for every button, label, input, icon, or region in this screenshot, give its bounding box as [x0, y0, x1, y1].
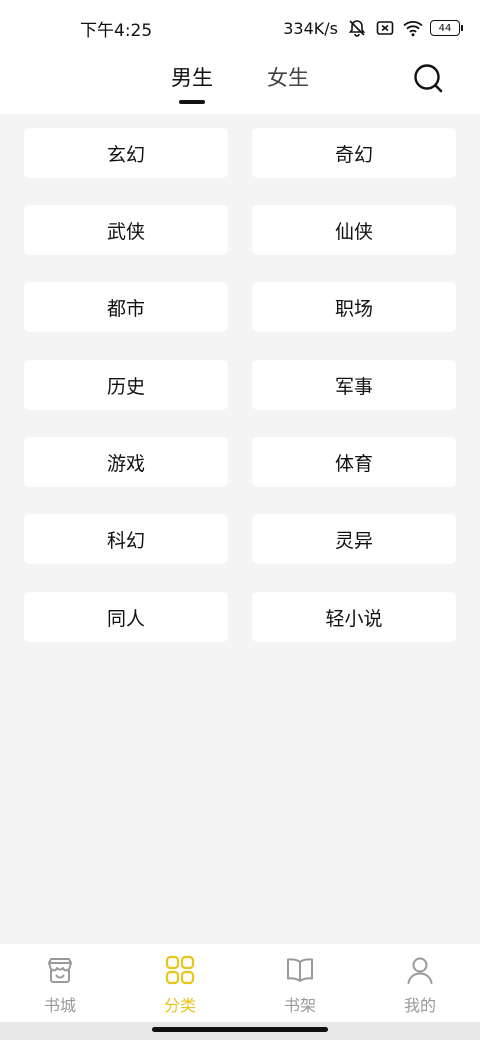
category-item[interactable]: 军事 — [252, 360, 456, 410]
status-bar: 下午4:25 334K/s 44 — [0, 0, 480, 56]
nav-mine[interactable]: 我的 — [360, 944, 480, 1022]
category-item[interactable]: 同人 — [24, 592, 228, 642]
category-item[interactable]: 仙侠 — [252, 205, 456, 255]
bell-muted-icon — [346, 17, 368, 39]
nav-label: 书架 — [283, 996, 316, 1015]
wifi-icon — [402, 17, 424, 39]
category-item[interactable]: 体育 — [252, 437, 456, 487]
network-speed: 334K/s — [283, 18, 338, 38]
tab-female[interactable]: 女生 — [267, 62, 309, 92]
nav-label: 我的 — [403, 996, 436, 1015]
top-area: 下午4:25 334K/s 44 男生 女生 — [0, 0, 480, 114]
status-time: 下午4:25 — [80, 21, 153, 41]
tab-active-indicator — [179, 100, 205, 104]
nav-bookstore[interactable]: 书城 — [0, 944, 120, 1022]
category-item[interactable]: 轻小说 — [252, 592, 456, 642]
bottom-nav: 书城 分类 书架 我的 — [0, 944, 480, 1022]
nav-label: 书城 — [43, 996, 76, 1015]
store-icon — [44, 954, 76, 986]
category-item[interactable]: 玄幻 — [24, 128, 228, 178]
grid-icon — [164, 954, 196, 986]
nav-bookshelf[interactable]: 书架 — [240, 944, 360, 1022]
nav-category[interactable]: 分类 — [120, 944, 240, 1022]
category-item[interactable]: 奇幻 — [252, 128, 456, 178]
category-item[interactable]: 武侠 — [24, 205, 228, 255]
tab-male[interactable]: 男生 — [171, 62, 213, 92]
user-icon — [404, 954, 436, 986]
category-item[interactable]: 科幻 — [24, 514, 228, 564]
search-icon[interactable] — [412, 62, 444, 94]
sim-none-icon — [374, 17, 396, 39]
book-icon — [284, 954, 316, 986]
category-item[interactable]: 游戏 — [24, 437, 228, 487]
status-icons: 334K/s 44 — [283, 14, 463, 42]
category-item[interactable]: 职场 — [252, 282, 456, 332]
category-item[interactable]: 历史 — [24, 360, 228, 410]
gender-tabs: 男生 女生 — [0, 56, 480, 114]
home-indicator[interactable] — [152, 1027, 328, 1032]
category-item[interactable]: 灵异 — [252, 514, 456, 564]
nav-label: 分类 — [163, 996, 196, 1015]
home-indicator-area — [0, 1022, 480, 1040]
battery-icon: 44 — [430, 20, 463, 36]
category-item[interactable]: 都市 — [24, 282, 228, 332]
